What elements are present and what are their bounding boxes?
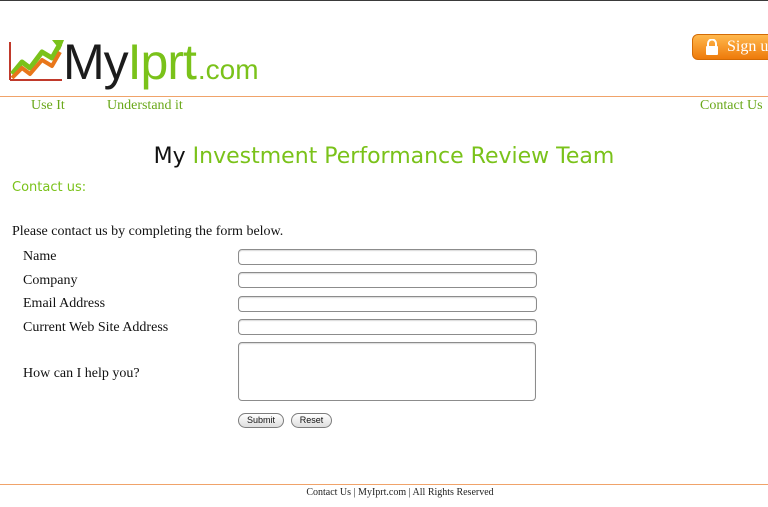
name-field[interactable] xyxy=(238,249,537,265)
footer-text: Contact Us | MyIprt.com | All Rights Res… xyxy=(306,487,494,498)
logo-wordmark: MyIprt.com xyxy=(63,33,259,91)
contact-heading: Contact us: xyxy=(12,180,87,195)
page-title-rest: Investment Performance Review Team xyxy=(192,144,615,169)
name-label: Name xyxy=(23,249,57,264)
nav-link-use-it[interactable]: Use It xyxy=(31,98,65,114)
logo-my: My xyxy=(63,34,129,90)
nav-link-contact-us[interactable]: Contact Us xyxy=(700,98,763,114)
company-field[interactable] xyxy=(238,272,537,288)
email-label: Email Address xyxy=(23,296,106,311)
signup-button[interactable]: Sign up xyxy=(692,34,768,60)
help-textarea[interactable] xyxy=(238,342,536,401)
page-title-my: My xyxy=(153,144,186,169)
email-field[interactable] xyxy=(238,296,537,312)
footer-divider xyxy=(0,484,768,485)
lock-icon xyxy=(706,39,718,55)
top-border xyxy=(0,0,768,1)
help-label: How can I help you? xyxy=(23,366,140,381)
chart-logo-icon xyxy=(9,40,64,81)
nav-link-understand-it[interactable]: Understand it xyxy=(107,98,183,114)
reset-button[interactable]: Reset xyxy=(291,413,332,428)
intro-text: Please contact us by completing the form… xyxy=(12,224,284,239)
website-label: Current Web Site Address xyxy=(23,320,169,335)
logo-com: .com xyxy=(197,54,259,85)
company-label: Company xyxy=(23,273,78,288)
website-field[interactable] xyxy=(238,319,537,335)
logo-iprt: Iprt xyxy=(127,34,197,90)
submit-button[interactable]: Submit xyxy=(238,413,284,428)
site-logo[interactable]: MyIprt.com xyxy=(8,33,298,91)
nav-divider xyxy=(0,96,768,97)
page-title: My Investment Performance Review Team xyxy=(0,144,768,169)
signup-label: Sign up xyxy=(727,38,768,55)
